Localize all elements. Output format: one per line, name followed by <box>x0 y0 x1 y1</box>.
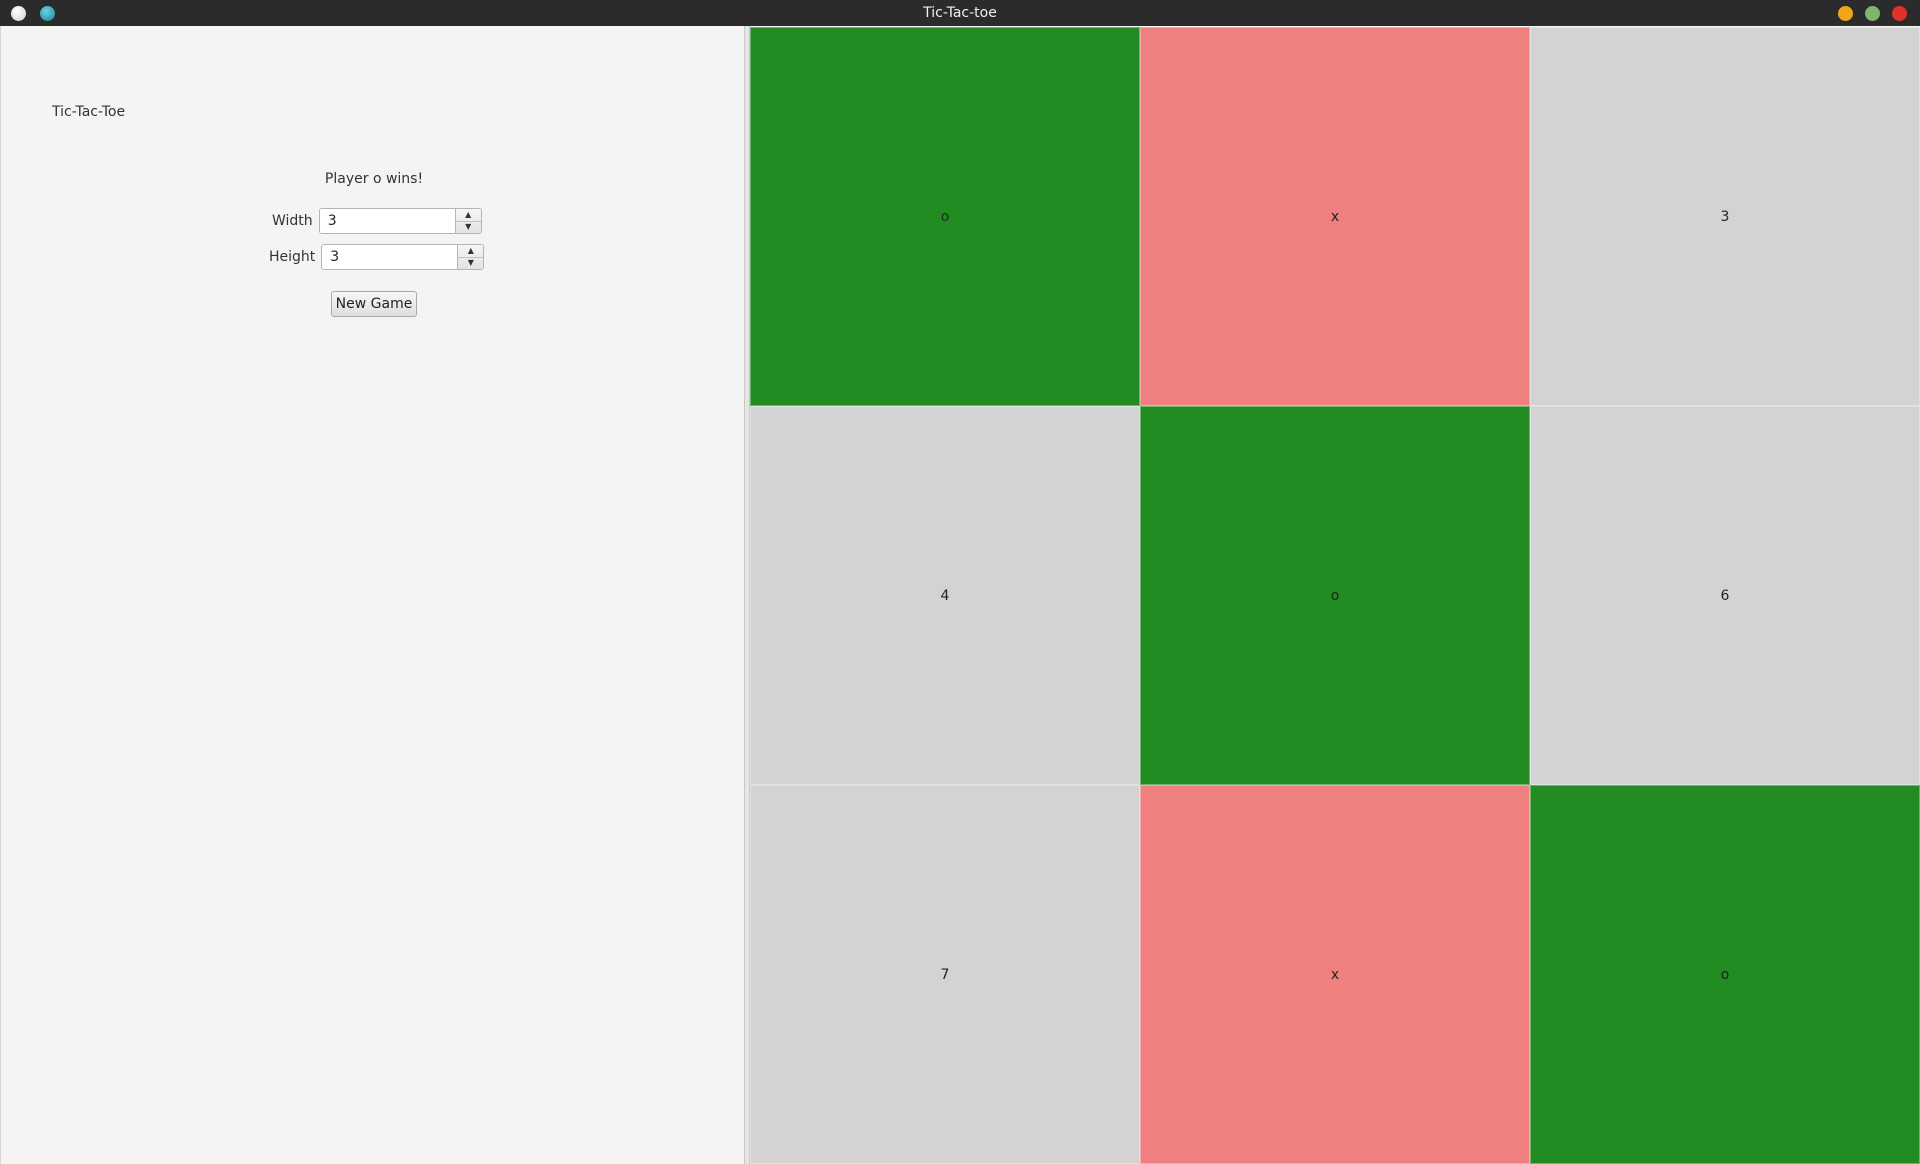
board-cell-2[interactable]: x <box>1140 27 1530 406</box>
game-status: Player o wins! <box>324 171 424 187</box>
window-titlebar: Tic-Tac-toe <box>0 0 1920 26</box>
width-label: Width <box>272 213 313 229</box>
minimize-button[interactable] <box>1838 6 1853 21</box>
board-cell-3[interactable]: 3 <box>1530 27 1920 406</box>
window-title: Tic-Tac-toe <box>923 5 997 21</box>
height-increment-button[interactable]: ▲ <box>458 245 483 257</box>
width-increment-button[interactable]: ▲ <box>456 209 481 221</box>
maximize-button[interactable] <box>1865 6 1880 21</box>
width-input[interactable] <box>319 209 455 233</box>
control-panel: Tic-Tac-Toe Player o wins! Width ▲ ▼ Hei… <box>0 26 746 1164</box>
width-spinner[interactable]: ▲ ▼ <box>318 208 482 234</box>
width-decrement-button[interactable]: ▼ <box>455 220 481 234</box>
height-label: Height <box>269 249 316 265</box>
new-game-button[interactable]: New Game <box>331 291 417 317</box>
board-cell-7[interactable]: 7 <box>750 785 1140 1164</box>
board-cell-5[interactable]: o <box>1140 406 1530 785</box>
board-cell-1[interactable]: o <box>750 27 1140 406</box>
width-row: Width ▲ ▼ <box>272 208 482 234</box>
height-spinner[interactable]: ▲ ▼ <box>321 244 485 270</box>
height-decrement-button[interactable]: ▼ <box>458 256 484 270</box>
board-cell-8[interactable]: x <box>1140 785 1530 1164</box>
height-row: Height ▲ ▼ <box>269 244 485 270</box>
board-cell-9[interactable]: o <box>1530 785 1920 1164</box>
height-input[interactable] <box>322 245 458 269</box>
close-button[interactable] <box>1892 6 1907 21</box>
game-board: o x 3 4 o 6 7 x o <box>750 27 1920 1164</box>
app-label: Tic-Tac-Toe <box>52 104 126 120</box>
board-cell-6[interactable]: 6 <box>1530 406 1920 785</box>
board-cell-4[interactable]: 4 <box>750 406 1140 785</box>
